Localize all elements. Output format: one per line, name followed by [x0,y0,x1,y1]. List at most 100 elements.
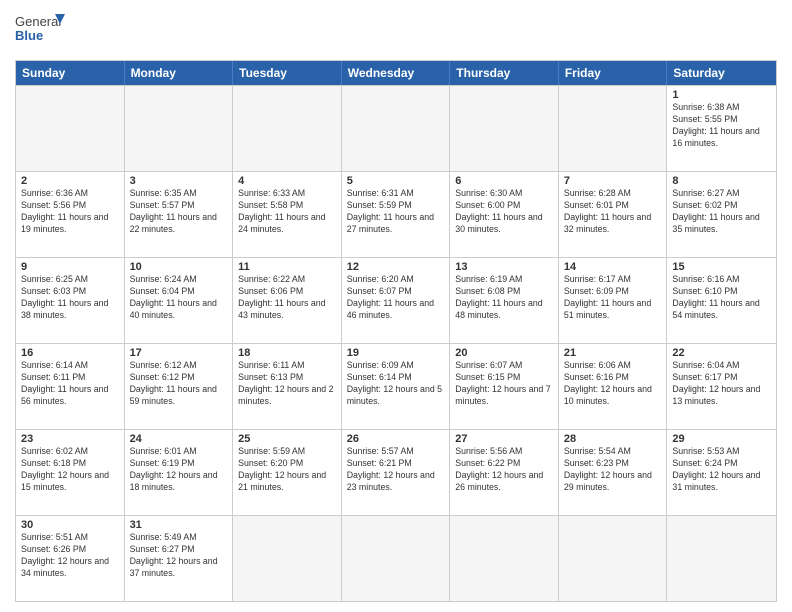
day-info: Sunrise: 5:56 AM Sunset: 6:22 PM Dayligh… [455,446,553,494]
day-number: 10 [130,261,228,273]
day-info: Sunrise: 6:33 AM Sunset: 5:58 PM Dayligh… [238,188,336,236]
day-number: 19 [347,347,445,359]
calendar-day-19: 19Sunrise: 6:09 AM Sunset: 6:14 PM Dayli… [342,344,451,429]
day-number: 13 [455,261,553,273]
calendar-day-21: 21Sunrise: 6:06 AM Sunset: 6:16 PM Dayli… [559,344,668,429]
calendar-day-9: 9Sunrise: 6:25 AM Sunset: 6:03 PM Daylig… [16,258,125,343]
calendar-day-15: 15Sunrise: 6:16 AM Sunset: 6:10 PM Dayli… [667,258,776,343]
day-info: Sunrise: 6:02 AM Sunset: 6:18 PM Dayligh… [21,446,119,494]
calendar-weekday-saturday: Saturday [667,61,776,85]
day-info: Sunrise: 6:19 AM Sunset: 6:08 PM Dayligh… [455,274,553,322]
calendar-empty-cell [233,516,342,601]
calendar-day-12: 12Sunrise: 6:20 AM Sunset: 6:07 PM Dayli… [342,258,451,343]
calendar-weekday-tuesday: Tuesday [233,61,342,85]
calendar-day-13: 13Sunrise: 6:19 AM Sunset: 6:08 PM Dayli… [450,258,559,343]
calendar-day-28: 28Sunrise: 5:54 AM Sunset: 6:23 PM Dayli… [559,430,668,515]
day-number: 29 [672,433,771,445]
calendar-day-2: 2Sunrise: 6:36 AM Sunset: 5:56 PM Daylig… [16,172,125,257]
day-info: Sunrise: 6:07 AM Sunset: 6:15 PM Dayligh… [455,360,553,408]
day-info: Sunrise: 5:51 AM Sunset: 6:26 PM Dayligh… [21,532,119,580]
day-number: 5 [347,175,445,187]
logo: General Blue [15,10,65,54]
calendar-day-7: 7Sunrise: 6:28 AM Sunset: 6:01 PM Daylig… [559,172,668,257]
day-info: Sunrise: 5:59 AM Sunset: 6:20 PM Dayligh… [238,446,336,494]
day-number: 4 [238,175,336,187]
day-number: 16 [21,347,119,359]
calendar-day-18: 18Sunrise: 6:11 AM Sunset: 6:13 PM Dayli… [233,344,342,429]
calendar-row-5: 30Sunrise: 5:51 AM Sunset: 6:26 PM Dayli… [16,515,776,601]
svg-text:Blue: Blue [15,28,43,43]
calendar-empty-cell [342,86,451,171]
calendar-day-30: 30Sunrise: 5:51 AM Sunset: 6:26 PM Dayli… [16,516,125,601]
calendar-weekday-sunday: Sunday [16,61,125,85]
day-number: 31 [130,519,228,531]
calendar-day-29: 29Sunrise: 5:53 AM Sunset: 6:24 PM Dayli… [667,430,776,515]
day-info: Sunrise: 6:25 AM Sunset: 6:03 PM Dayligh… [21,274,119,322]
day-number: 27 [455,433,553,445]
day-number: 15 [672,261,771,273]
calendar-row-2: 9Sunrise: 6:25 AM Sunset: 6:03 PM Daylig… [16,257,776,343]
day-number: 7 [564,175,662,187]
calendar-day-10: 10Sunrise: 6:24 AM Sunset: 6:04 PM Dayli… [125,258,234,343]
page: General Blue SundayMondayTuesdayWednesda… [0,0,792,612]
day-info: Sunrise: 6:22 AM Sunset: 6:06 PM Dayligh… [238,274,336,322]
day-number: 20 [455,347,553,359]
day-number: 21 [564,347,662,359]
day-info: Sunrise: 6:16 AM Sunset: 6:10 PM Dayligh… [672,274,771,322]
calendar: SundayMondayTuesdayWednesdayThursdayFrid… [15,60,777,602]
day-info: Sunrise: 6:20 AM Sunset: 6:07 PM Dayligh… [347,274,445,322]
day-info: Sunrise: 6:06 AM Sunset: 6:16 PM Dayligh… [564,360,662,408]
day-number: 12 [347,261,445,273]
day-info: Sunrise: 6:11 AM Sunset: 6:13 PM Dayligh… [238,360,336,408]
calendar-weekday-friday: Friday [559,61,668,85]
calendar-day-26: 26Sunrise: 5:57 AM Sunset: 6:21 PM Dayli… [342,430,451,515]
calendar-weekday-wednesday: Wednesday [342,61,451,85]
calendar-header-row: SundayMondayTuesdayWednesdayThursdayFrid… [16,61,776,85]
calendar-day-14: 14Sunrise: 6:17 AM Sunset: 6:09 PM Dayli… [559,258,668,343]
day-number: 30 [21,519,119,531]
calendar-empty-cell [233,86,342,171]
day-info: Sunrise: 5:53 AM Sunset: 6:24 PM Dayligh… [672,446,771,494]
day-info: Sunrise: 6:17 AM Sunset: 6:09 PM Dayligh… [564,274,662,322]
generalblue-logo-icon: General Blue [15,10,65,54]
calendar-empty-cell [667,516,776,601]
calendar-day-1: 1Sunrise: 6:38 AM Sunset: 5:55 PM Daylig… [667,86,776,171]
calendar-weekday-thursday: Thursday [450,61,559,85]
day-info: Sunrise: 6:31 AM Sunset: 5:59 PM Dayligh… [347,188,445,236]
calendar-day-4: 4Sunrise: 6:33 AM Sunset: 5:58 PM Daylig… [233,172,342,257]
day-info: Sunrise: 6:28 AM Sunset: 6:01 PM Dayligh… [564,188,662,236]
calendar-row-1: 2Sunrise: 6:36 AM Sunset: 5:56 PM Daylig… [16,171,776,257]
calendar-empty-cell [559,86,668,171]
calendar-day-8: 8Sunrise: 6:27 AM Sunset: 6:02 PM Daylig… [667,172,776,257]
calendar-day-20: 20Sunrise: 6:07 AM Sunset: 6:15 PM Dayli… [450,344,559,429]
calendar-day-3: 3Sunrise: 6:35 AM Sunset: 5:57 PM Daylig… [125,172,234,257]
day-info: Sunrise: 6:27 AM Sunset: 6:02 PM Dayligh… [672,188,771,236]
day-number: 25 [238,433,336,445]
day-info: Sunrise: 6:04 AM Sunset: 6:17 PM Dayligh… [672,360,771,408]
day-info: Sunrise: 6:36 AM Sunset: 5:56 PM Dayligh… [21,188,119,236]
day-info: Sunrise: 6:09 AM Sunset: 6:14 PM Dayligh… [347,360,445,408]
day-number: 6 [455,175,553,187]
calendar-day-24: 24Sunrise: 6:01 AM Sunset: 6:19 PM Dayli… [125,430,234,515]
calendar-day-11: 11Sunrise: 6:22 AM Sunset: 6:06 PM Dayli… [233,258,342,343]
day-info: Sunrise: 6:14 AM Sunset: 6:11 PM Dayligh… [21,360,119,408]
day-info: Sunrise: 6:35 AM Sunset: 5:57 PM Dayligh… [130,188,228,236]
day-number: 18 [238,347,336,359]
day-number: 26 [347,433,445,445]
calendar-empty-cell [16,86,125,171]
day-info: Sunrise: 6:12 AM Sunset: 6:12 PM Dayligh… [130,360,228,408]
calendar-day-25: 25Sunrise: 5:59 AM Sunset: 6:20 PM Dayli… [233,430,342,515]
header: General Blue [15,10,777,54]
calendar-day-31: 31Sunrise: 5:49 AM Sunset: 6:27 PM Dayli… [125,516,234,601]
calendar-day-6: 6Sunrise: 6:30 AM Sunset: 6:00 PM Daylig… [450,172,559,257]
calendar-empty-cell [450,86,559,171]
calendar-day-27: 27Sunrise: 5:56 AM Sunset: 6:22 PM Dayli… [450,430,559,515]
day-number: 24 [130,433,228,445]
day-info: Sunrise: 6:01 AM Sunset: 6:19 PM Dayligh… [130,446,228,494]
day-info: Sunrise: 5:49 AM Sunset: 6:27 PM Dayligh… [130,532,228,580]
calendar-body: 1Sunrise: 6:38 AM Sunset: 5:55 PM Daylig… [16,85,776,601]
day-number: 2 [21,175,119,187]
calendar-weekday-monday: Monday [125,61,234,85]
calendar-day-23: 23Sunrise: 6:02 AM Sunset: 6:18 PM Dayli… [16,430,125,515]
day-number: 28 [564,433,662,445]
